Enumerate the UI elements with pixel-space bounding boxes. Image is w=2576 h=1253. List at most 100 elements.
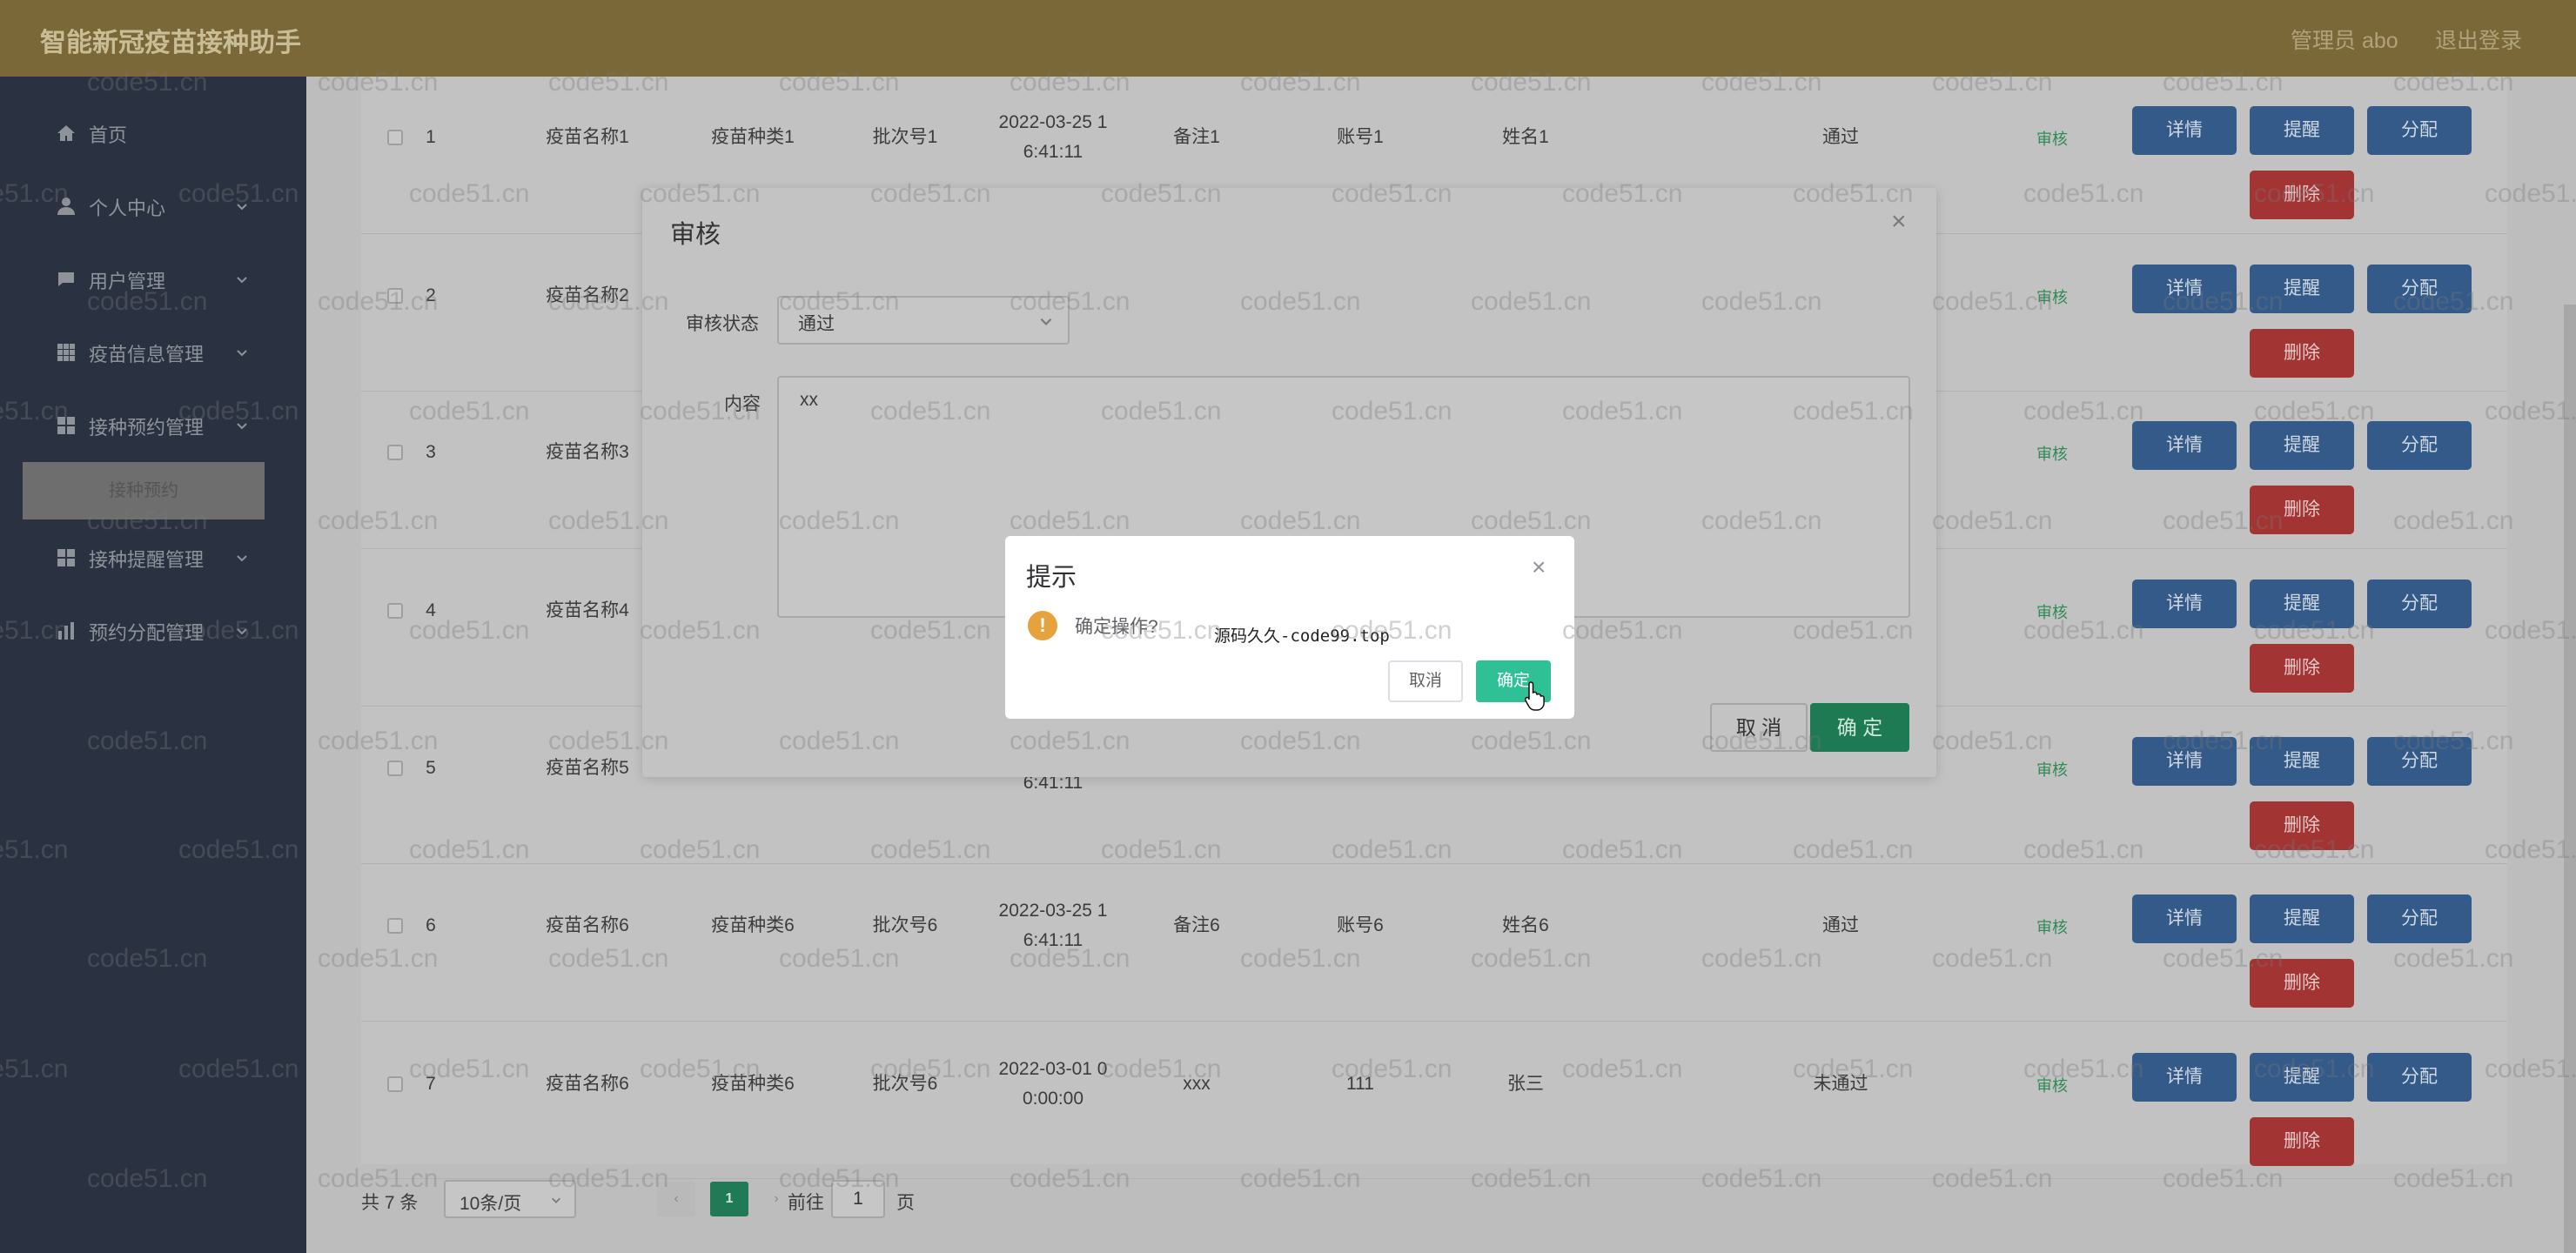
sidebar-subitem-appointment[interactable]: 接种预约 [23,462,265,519]
vaccine-name: 疫苗名称3 [546,442,629,462]
detail-button[interactable]: 详情 [2132,580,2237,628]
audit-status-select[interactable]: 通过 [777,296,1070,345]
sidebar-item-personal-center[interactable]: 个人中心 [0,176,306,237]
assign-button[interactable]: 分配 [2367,265,2472,313]
note: 备注6 [1173,915,1220,935]
audit-cancel-button[interactable]: 取 消 [1710,703,1808,752]
sidebar-item-label: 用户管理 [89,271,166,292]
audit-link[interactable]: 审核 [2036,758,2068,781]
audit-link[interactable]: 审核 [2036,915,2068,938]
sidebar-item-appointment-management[interactable]: 接种预约管理 [0,395,306,456]
row-index: 3 [426,442,436,462]
sidebar: 首页 个人中心 用户管理 疫苗信息管理 接种预约管理 接种预约 接种提醒管理 预… [0,77,306,1253]
chevron-down-icon [237,277,247,284]
remind-button[interactable]: 提醒 [2250,580,2354,628]
confirm-dialog: 提示 × ! 确定操作? 源码久久-code99.top 取消 确定 [1005,536,1574,719]
delete-button[interactable]: 删除 [2250,486,2354,534]
confirm-cancel-button[interactable]: 取消 [1388,660,1463,702]
audit-link[interactable]: 审核 [2036,600,2068,623]
batch-number: 批次号6 [872,915,938,935]
row-checkbox[interactable] [387,918,403,934]
assign-button[interactable]: 分配 [2367,1053,2472,1102]
sidebar-item-allocation-management[interactable]: 预约分配管理 [0,600,306,661]
vaccine-type: 疫苗种类6 [711,915,795,935]
audit-status: 未通过 [1813,1074,1868,1094]
remind-button[interactable]: 提醒 [2250,106,2354,155]
vaccine-name: 疫苗名称6 [546,915,629,935]
row-index: 7 [426,1074,436,1094]
row-checkbox[interactable] [387,761,403,776]
appointment-time-2: 0:00:00 [1022,1089,1084,1109]
grid-icon [57,549,75,566]
sidebar-item-reminder-management[interactable]: 接种提醒管理 [0,527,306,588]
detail-button[interactable]: 详情 [2132,106,2237,155]
row-index: 1 [426,127,436,147]
row-index: 5 [426,758,436,778]
row-checkbox[interactable] [387,288,403,304]
chevron-down-icon [237,628,247,635]
close-icon[interactable]: × [1891,207,1907,237]
batch-number: 批次号1 [872,127,938,147]
audit-status-value: 通过 [798,314,835,334]
source-text: 源码久久-code99.top [1214,626,1390,646]
audit-confirm-button[interactable]: 确 定 [1810,703,1909,752]
confirm-message: 确定操作? [1075,617,1158,637]
assign-button[interactable]: 分配 [2367,580,2472,628]
audit-link[interactable]: 审核 [2036,285,2068,308]
detail-button[interactable]: 详情 [2132,737,2237,786]
detail-button[interactable]: 详情 [2132,1053,2237,1102]
appointment-time-2: 6:41:11 [1023,142,1083,162]
home-icon [57,125,75,141]
assign-button[interactable]: 分配 [2367,737,2472,786]
person-name: 姓名1 [1502,127,1549,147]
audit-link[interactable]: 审核 [2036,1074,2068,1096]
page-size-select[interactable]: 10条/页 [444,1180,576,1218]
chevron-down-icon [552,1197,560,1203]
remind-button[interactable]: 提醒 [2250,421,2354,470]
row-checkbox[interactable] [387,445,403,460]
remind-button[interactable]: 提醒 [2250,895,2354,943]
chevron-down-icon [1040,318,1052,325]
detail-button[interactable]: 详情 [2132,265,2237,313]
delete-button[interactable]: 删除 [2250,1117,2354,1166]
remind-button[interactable]: 提醒 [2250,737,2354,786]
audit-link[interactable]: 审核 [2036,442,2068,465]
grid-icon [57,344,75,361]
delete-button[interactable]: 删除 [2250,171,2354,219]
app-title: 智能新冠疫苗接种助手 [40,29,301,57]
remind-button[interactable]: 提醒 [2250,265,2354,313]
assign-button[interactable]: 分配 [2367,421,2472,470]
row-checkbox[interactable] [387,603,403,619]
scrollbar[interactable] [2564,305,2576,1253]
detail-button[interactable]: 详情 [2132,421,2237,470]
assign-button[interactable]: 分配 [2367,895,2472,943]
sidebar-item-home[interactable]: 首页 [0,103,306,164]
top-header: 智能新冠疫苗接种助手 管理员 abo 退出登录 [0,0,2576,77]
delete-button[interactable]: 删除 [2250,329,2354,378]
audit-status: 通过 [1822,127,1859,147]
delete-button[interactable]: 删除 [2250,644,2354,693]
goto-page-input[interactable]: 1 [831,1180,885,1218]
pagination: 共 7 条 10条/页 ‹ 1 › 前往 1 页 [361,1164,1144,1234]
close-icon[interactable]: × [1532,553,1546,581]
detail-button[interactable]: 详情 [2132,895,2237,943]
delete-button[interactable]: 删除 [2250,959,2354,1008]
remind-button[interactable]: 提醒 [2250,1053,2354,1102]
account: 111 [1346,1074,1374,1094]
audit-link[interactable]: 审核 [2036,127,2068,150]
prev-page-button[interactable]: ‹ [657,1182,695,1216]
row-checkbox[interactable] [387,130,403,145]
vaccine-type: 疫苗种类1 [711,127,795,147]
sidebar-subitem-label: 接种预约 [109,481,178,500]
assign-button[interactable]: 分配 [2367,106,2472,155]
current-page-button[interactable]: 1 [710,1182,748,1216]
row-checkbox[interactable] [387,1076,403,1092]
delete-button[interactable]: 删除 [2250,801,2354,850]
appointment-time: 2022-03-25 1 [998,112,1108,132]
sidebar-item-label: 预约分配管理 [89,622,205,644]
logout-link[interactable]: 退出登录 [2435,23,2522,55]
row-index: 4 [426,600,436,620]
chevron-down-icon [237,555,247,562]
sidebar-item-vaccine-info[interactable]: 疫苗信息管理 [0,322,306,383]
sidebar-item-user-management[interactable]: 用户管理 [0,249,306,310]
